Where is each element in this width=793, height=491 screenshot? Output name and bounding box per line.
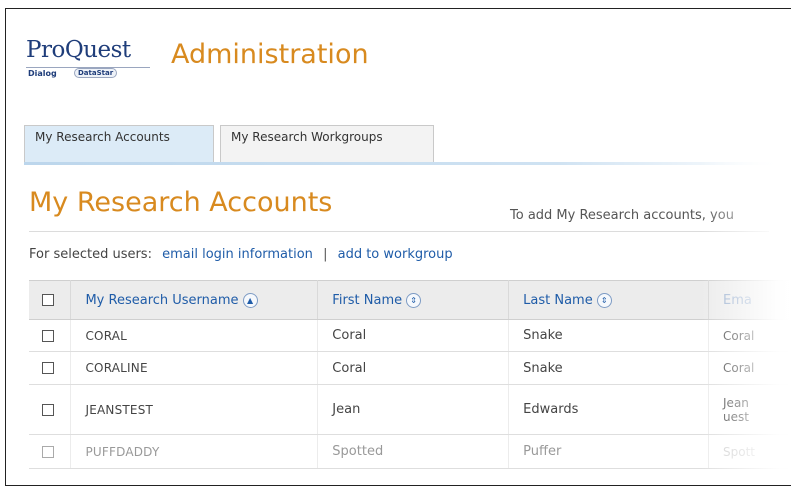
cell-first-name: Coral <box>317 351 510 385</box>
cell-username: JEANSTEST <box>70 384 319 435</box>
tab-underline <box>24 162 784 165</box>
cell-last-name: Edwards <box>508 384 710 435</box>
table-row: CORAL Coral Snake Coral <box>29 319 789 352</box>
cell-email-line2: uest <box>723 409 749 424</box>
table-row: JEANSTEST Jean Edwards Jean uest <box>29 384 789 435</box>
add-to-workgroup-link[interactable]: add to workgroup <box>338 247 453 262</box>
sort-icon[interactable]: ⇕ <box>406 292 422 308</box>
header-email[interactable]: Ema <box>708 280 789 320</box>
sort-icon[interactable]: ⇕ <box>596 292 612 308</box>
row-checkbox[interactable] <box>42 329 54 342</box>
cell-username: PUFFDADDY <box>70 434 319 469</box>
sort-asc-icon[interactable]: ▲ <box>242 292 258 308</box>
cell-first-name: Jean <box>317 384 510 435</box>
logo-dialog: Dialog <box>28 69 57 78</box>
table-row: PUFFDADDY Spotted Puffer Spott <box>29 434 789 469</box>
cell-email: Spott <box>708 434 789 469</box>
select-all-cell <box>29 280 72 320</box>
row-checkbox[interactable] <box>42 445 54 458</box>
tab-my-research-workgroups[interactable]: My Research Workgroups <box>220 125 434 162</box>
accounts-table: My Research Username ▲ First Name ⇕ Last N… <box>29 280 789 469</box>
cell-last-name: Snake <box>508 351 710 385</box>
bulk-actions: For selected users: email login informat… <box>29 247 453 262</box>
cell-last-name: Puffer <box>508 434 710 469</box>
page-title: My Research Accounts <box>29 187 333 218</box>
bulk-actions-label: For selected users: <box>29 247 152 262</box>
header-first-name-label: First Name <box>332 292 403 308</box>
app-title: Administration <box>171 39 369 70</box>
cell-last-name: Snake <box>508 319 710 352</box>
app-frame: ProQuest Dialog DataStar Administration … <box>5 8 791 486</box>
table-row: CORALINE Coral Snake Coral <box>29 351 789 385</box>
header-first-name[interactable]: First Name ⇕ <box>317 280 510 320</box>
table-header-row: My Research Username ▲ First Name ⇕ Last N… <box>29 280 789 320</box>
cell-username: CORAL <box>70 319 319 352</box>
row-checkbox[interactable] <box>42 403 54 416</box>
header-username-label: My Research Username <box>85 292 239 308</box>
cell-username: CORALINE <box>70 351 319 385</box>
cell-email: Coral <box>708 351 789 385</box>
cell-first-name: Spotted <box>317 434 510 469</box>
actions-separator: | <box>323 247 328 262</box>
tab-my-research-accounts[interactable]: My Research Accounts <box>24 125 214 162</box>
logo-datastar: DataStar <box>74 68 118 78</box>
header-last-name-label: Last Name <box>523 292 593 308</box>
cell-first-name: Coral <box>317 319 510 352</box>
header-username[interactable]: My Research Username ▲ <box>70 280 319 320</box>
header-email-label: Ema <box>723 292 752 308</box>
header-last-name[interactable]: Last Name ⇕ <box>508 280 710 320</box>
cell-email-line1: Jean <box>723 395 749 410</box>
cell-email: Jean uest <box>708 384 789 435</box>
logo-brand: ProQuest <box>26 37 131 63</box>
add-accounts-hint: To add My Research accounts, you <box>510 208 734 223</box>
select-all-checkbox[interactable] <box>42 294 54 306</box>
row-checkbox[interactable] <box>42 362 54 374</box>
title-divider <box>29 231 769 232</box>
cell-email: Coral <box>708 319 789 352</box>
proquest-logo[interactable]: ProQuest Dialog DataStar <box>26 37 166 81</box>
email-login-link[interactable]: email login information <box>162 247 313 262</box>
